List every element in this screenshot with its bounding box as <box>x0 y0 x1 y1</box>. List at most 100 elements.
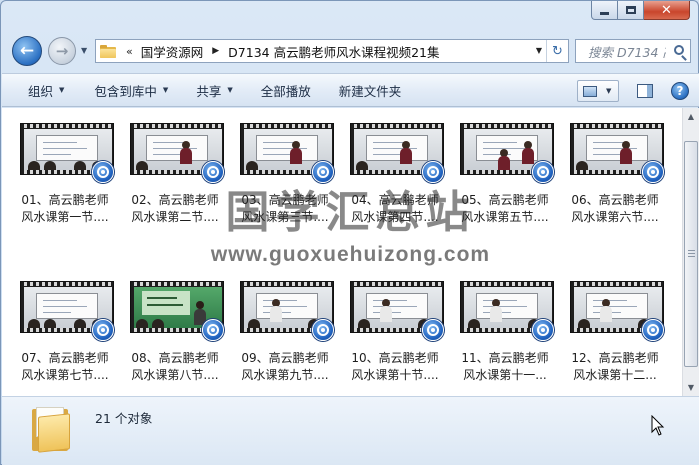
vertical-scrollbar[interactable]: ▲ ▼ <box>682 108 699 396</box>
file-name-line: 06、高云鹏老师 <box>571 193 659 207</box>
scrollbar-thumb[interactable] <box>684 141 698 367</box>
folder-icon <box>100 44 116 58</box>
video-file-icon <box>312 319 334 341</box>
video-file-item[interactable]: 02、高云鹏老师 风水课第二节.... <box>120 120 230 260</box>
refresh-icon: ↻ <box>552 43 563 59</box>
video-file-item[interactable]: 03、高云鹏老师 风水课第三节.... <box>230 120 340 260</box>
play-all-button[interactable]: 全部播放 <box>247 74 325 106</box>
video-file-icon <box>312 161 334 183</box>
share-label: 共享 <box>196 83 222 99</box>
back-button[interactable]: ← <box>12 36 42 66</box>
file-name-line: 风水课第三节.... <box>241 210 329 224</box>
search-icon[interactable] <box>674 45 684 55</box>
forward-button[interactable]: → <box>48 37 76 65</box>
breadcrumb-separator-icon[interactable]: ▶ <box>212 46 219 56</box>
file-name-line: 10、高云鹏老师 <box>351 351 439 365</box>
search-box[interactable]: 搜索 D7134 高云鹏老师风水课程视频21集 <box>575 39 691 63</box>
close-button[interactable]: ✕ <box>644 1 690 20</box>
details-pane: 21 个对象 <box>2 396 699 465</box>
file-name-line: 风水课第四节.... <box>351 210 439 224</box>
help-icon[interactable]: ? <box>671 82 689 100</box>
file-name: 02、高云鹏老师 风水课第二节.... <box>120 192 230 226</box>
new-folder-label: 新建文件夹 <box>338 83 402 99</box>
file-name-line: 风水课第八节.... <box>131 368 219 382</box>
file-row: 01、高云鹏老师 风水课第一节.... 02、高云鹏老师 风水课第二节.... 03、高… <box>10 120 670 260</box>
change-view-button[interactable]: ▼ <box>577 80 619 102</box>
file-name: 08、高云鹏老师 风水课第八节.... <box>120 350 230 384</box>
recent-pages-dropdown[interactable]: ▼ <box>81 46 87 55</box>
file-name-line: 风水课第五节.... <box>461 210 549 224</box>
video-file-icon <box>642 161 664 183</box>
forward-arrow-icon: → <box>55 42 69 60</box>
play-all-label: 全部播放 <box>260 83 311 99</box>
breadcrumb-item[interactable]: 国学资源网 <box>141 42 204 61</box>
chevron-down-icon: ▼ <box>59 86 65 94</box>
file-name: 12、高云鹏老师 风水课第十二... <box>560 350 670 384</box>
file-name-line: 03、高云鹏老师 <box>241 193 329 207</box>
grip-icon <box>688 250 695 259</box>
file-name-line: 风水课第九节.... <box>241 368 329 382</box>
breadcrumb-overflow[interactable]: « <box>126 45 133 58</box>
video-file-icon <box>642 319 664 341</box>
file-name-line: 风水课第十节.... <box>351 368 439 382</box>
video-file-icon <box>92 319 114 341</box>
file-name-line: 风水课第一节.... <box>21 210 109 224</box>
include-in-library-button[interactable]: 包含到库中 ▼ <box>78 74 182 106</box>
close-icon: ✕ <box>661 2 672 18</box>
include-in-library-label: 包含到库中 <box>94 83 157 99</box>
file-name-line: 风水课第十一... <box>463 368 547 382</box>
file-grid: 01、高云鹏老师 风水课第一节.... 02、高云鹏老师 风水课第二节.... 03、高… <box>10 120 670 418</box>
back-arrow-icon: ← <box>19 41 35 61</box>
refresh-button[interactable]: ↻ <box>546 40 568 62</box>
video-file-icon <box>532 161 554 183</box>
search-input[interactable]: 搜索 D7134 高云鹏老师风水课程视频21集 <box>588 42 666 61</box>
item-count: 21 个对象 <box>95 411 153 426</box>
address-bar[interactable]: « 国学资源网 ▶ D7134 高云鹏老师风水课程视频21集 ▼ ↻ <box>95 39 569 63</box>
file-name: 05、高云鹏老师 风水课第五节.... <box>450 192 560 226</box>
file-name-line: 11、高云鹏老师 <box>461 351 549 365</box>
address-dropdown-icon[interactable]: ▼ <box>536 46 542 55</box>
video-file-icon <box>202 161 224 183</box>
video-file-item[interactable]: 04、高云鹏老师 风水课第四节.... <box>340 120 450 260</box>
video-file-icon <box>422 161 444 183</box>
file-list-view: 01、高云鹏老师 风水课第一节.... 02、高云鹏老师 风水课第二节.... 03、高… <box>2 108 699 396</box>
file-name-line: 风水课第十二... <box>573 368 657 382</box>
video-file-item[interactable]: 06、高云鹏老师 风水课第六节.... <box>560 120 670 260</box>
video-file-item[interactable]: 01、高云鹏老师 风水课第一节.... <box>10 120 120 260</box>
chevron-down-icon[interactable]: ▼ <box>606 87 611 95</box>
file-name: 03、高云鹏老师 风水课第三节.... <box>230 192 340 226</box>
file-name: 09、高云鹏老师 风水课第九节.... <box>230 350 340 384</box>
scroll-up-icon[interactable]: ▲ <box>683 108 699 125</box>
command-bar: 组织 ▼ 包含到库中 ▼ 共享 ▼ 全部播放 新建文件夹 ▼ ? <box>2 73 699 107</box>
caption-buttons: ✕ <box>591 1 690 20</box>
new-folder-button[interactable]: 新建文件夹 <box>325 74 416 106</box>
video-file-icon <box>92 161 114 183</box>
chevron-down-icon: ▼ <box>162 86 169 94</box>
file-name: 11、高云鹏老师 风水课第十一... <box>450 350 560 384</box>
share-button[interactable]: 共享 ▼ <box>182 74 246 106</box>
chevron-down-icon: ▼ <box>227 86 233 94</box>
file-name: 10、高云鹏老师 风水课第十节.... <box>340 350 450 384</box>
file-name-line: 09、高云鹏老师 <box>241 351 329 365</box>
maximize-icon <box>625 6 636 14</box>
organize-button[interactable]: 组织 ▼ <box>2 74 78 106</box>
minimize-button[interactable] <box>591 1 618 20</box>
minimize-icon <box>600 11 609 15</box>
file-name-line: 风水课第七节.... <box>21 368 109 382</box>
explorer-window: ✕ ← → ▼ « 国学资源网 ▶ D7134 高云鹏老师风水课程视频21集 ▼… <box>0 0 699 465</box>
preview-pane-icon[interactable] <box>637 84 653 98</box>
video-file-icon <box>532 319 554 341</box>
view-icon <box>583 85 597 97</box>
file-name-line: 风水课第二节.... <box>131 210 219 224</box>
breadcrumb-item[interactable]: D7134 高云鹏老师风水课程视频21集 <box>228 42 439 61</box>
organize-label: 组织 <box>28 83 54 99</box>
file-name: 07、高云鹏老师 风水课第七节.... <box>10 350 120 384</box>
file-name-line: 04、高云鹏老师 <box>351 193 439 207</box>
file-name-line: 01、高云鹏老师 <box>21 193 109 207</box>
maximize-button[interactable] <box>618 1 644 20</box>
view-controls: ▼ ? <box>577 80 689 102</box>
file-name-line: 12、高云鹏老师 <box>571 351 659 365</box>
scroll-down-icon[interactable]: ▼ <box>683 379 699 396</box>
folder-icon <box>30 407 74 453</box>
video-file-item[interactable]: 05、高云鹏老师 风水课第五节.... <box>450 120 560 260</box>
